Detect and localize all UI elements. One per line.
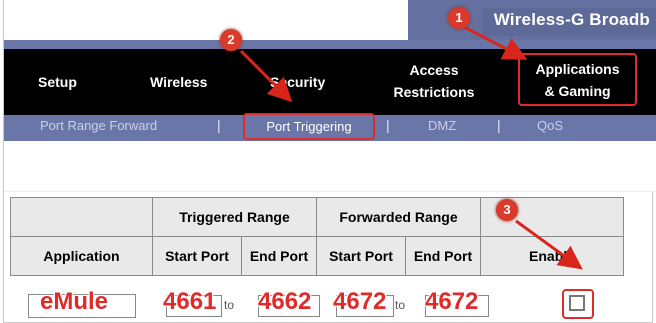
tab-port-triggering[interactable]: Port Triggering (243, 113, 375, 140)
header-application: Application (10, 236, 153, 276)
application-name-value: eMule (40, 288, 109, 315)
header-strip (4, 40, 656, 49)
step-1-badge: 1 (448, 7, 470, 29)
nav-applications-gaming[interactable]: Applications & Gaming (518, 53, 637, 106)
header-forward-start-port: Start Port (316, 236, 406, 276)
nav-security[interactable]: Security (270, 71, 325, 93)
nav-setup[interactable]: Setup (38, 71, 77, 93)
step-2-badge: 2 (220, 29, 242, 51)
enable-checkbox[interactable] (569, 295, 585, 311)
header-forward-end-port: End Port (405, 236, 481, 276)
subnav-separator: | (217, 117, 221, 133)
header-blank (10, 197, 153, 237)
tab-qos[interactable]: QoS (537, 118, 563, 133)
header-enable: Enable (480, 236, 624, 276)
nav-gaming-label: & Gaming (544, 83, 611, 99)
router-model-title: Wireless-G Broadb (481, 8, 656, 36)
nav-restrictions-label: Restrictions (393, 84, 475, 100)
header-trigger-end-port: End Port (241, 236, 317, 276)
subnav-separator: | (386, 117, 390, 133)
tab-port-range-forward[interactable]: Port Range Forward (40, 118, 157, 133)
header-trigger-start-port: Start Port (152, 236, 242, 276)
trigger-end-port-value: 4662 (258, 288, 312, 315)
header-forwarded-range: Forwarded Range (316, 197, 481, 237)
to-label: to (395, 298, 406, 312)
nav-applications-label: Applications (535, 61, 620, 77)
nav-access-restrictions[interactable]: Access Restrictions (386, 59, 482, 103)
forward-start-port-value: 4672 (333, 288, 387, 315)
port-triggering-table: Triggered Range Forwarded Range Applicat… (10, 197, 624, 276)
tab-dmz[interactable]: DMZ (428, 118, 456, 133)
trigger-start-port-value: 4661 (163, 288, 217, 315)
header-triggered-range: Triggered Range (152, 197, 317, 237)
nav-wireless[interactable]: Wireless (150, 71, 207, 93)
step-3-badge: 3 (496, 199, 518, 221)
nav-access-label: Access (409, 62, 459, 78)
content-spacer (4, 141, 656, 192)
subnav-separator: | (497, 117, 501, 133)
to-label: to (224, 298, 235, 312)
forward-end-port-value: 4672 (425, 288, 479, 315)
